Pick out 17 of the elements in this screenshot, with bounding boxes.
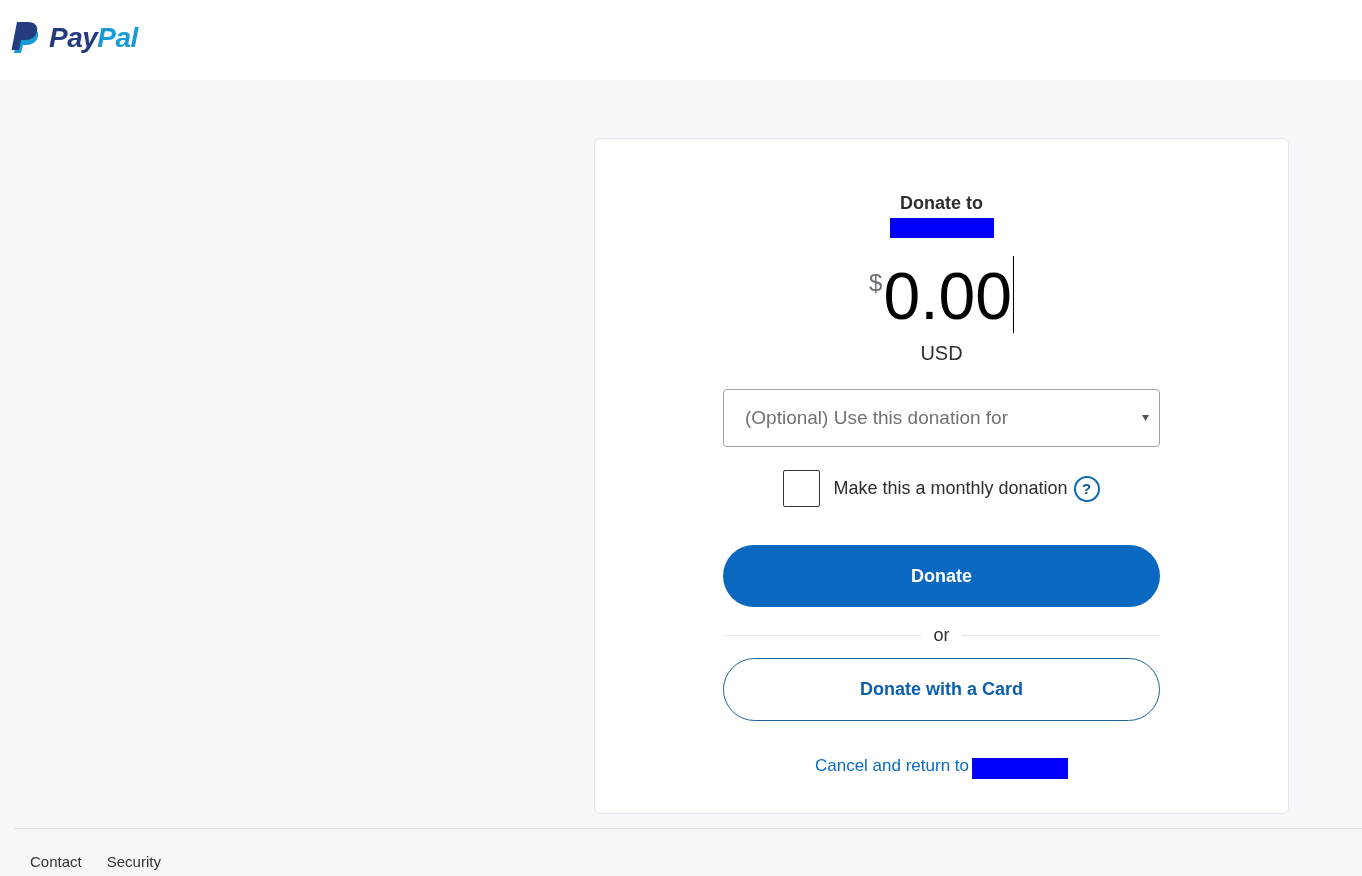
monthly-donation-label: Make this a monthly donation (833, 477, 1068, 500)
donate-heading: Donate to (900, 192, 983, 214)
footer-link[interactable]: Contact (30, 852, 82, 872)
footer-link[interactable]: Security (106, 852, 161, 872)
paypal-logo-icon (11, 22, 39, 53)
caret-down-icon (1142, 415, 1149, 421)
donation-purpose-dropdown[interactable]: (Optional) Use this donation for (723, 389, 1160, 447)
currency-code: USD (920, 341, 963, 365)
donate-button[interactable]: Donate (723, 545, 1160, 607)
or-divider-label: or (932, 624, 951, 647)
donate-with-card-button[interactable]: Donate with a Card (723, 658, 1160, 721)
logo-wordmark: PayPal (49, 23, 138, 53)
monthly-checkbox[interactable] (783, 470, 821, 507)
amount-field[interactable]: 0.00 (883, 256, 1014, 333)
cancel-link[interactable]: Cancel and return to (814, 755, 969, 777)
currency-symbol: $ (869, 270, 883, 296)
help-icon[interactable]: ? (1073, 475, 1100, 502)
